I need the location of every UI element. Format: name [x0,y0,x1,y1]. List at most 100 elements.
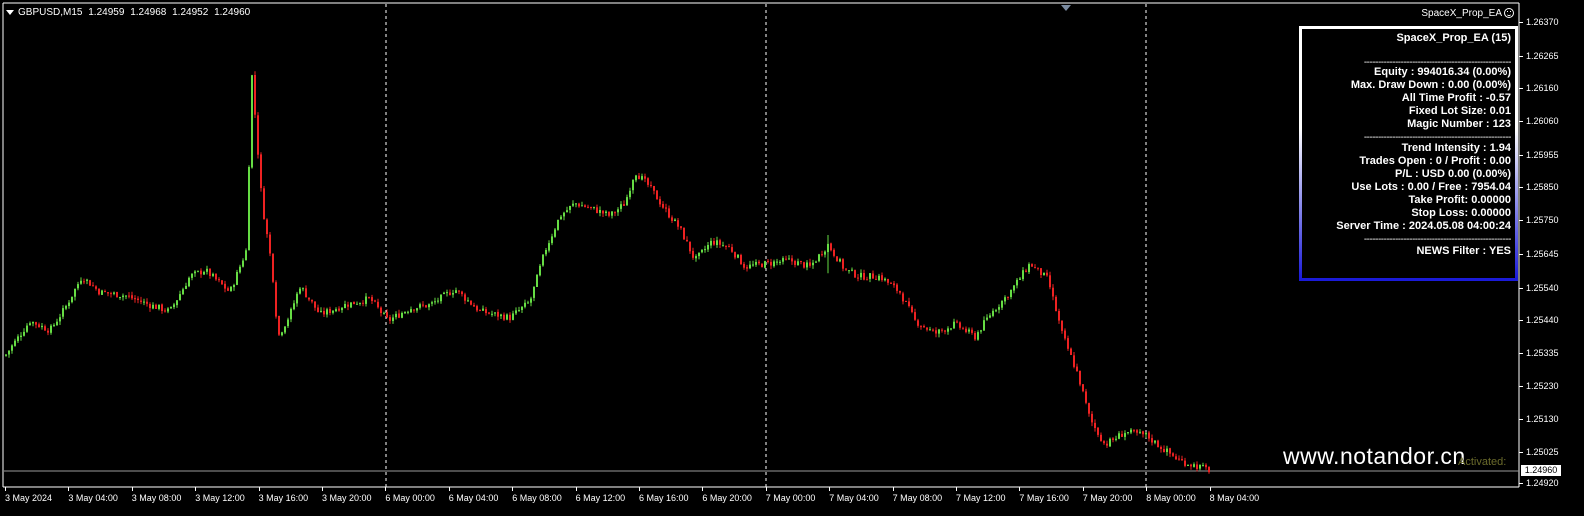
current-price-tag: 1.24960 [1521,465,1561,476]
candle-body [188,277,190,287]
time-tick-mark [1146,487,1148,491]
candle-body [308,297,310,300]
chart-window[interactable]: GBPUSD,M15 1.24959 1.24968 1.24952 1.249… [0,0,1584,516]
candle-body [797,261,799,266]
candle-body [881,275,883,281]
candle-body [239,266,241,273]
candle-body [938,329,940,334]
candle-body [329,308,331,313]
candle-body [1139,431,1141,433]
candle-body [968,329,970,332]
candle-body [263,188,265,220]
candle-body [722,245,724,247]
candle-body [311,299,313,302]
candle-body [1154,440,1156,443]
candle-body [740,255,742,265]
candle-body [161,304,163,311]
candle-body [125,295,127,297]
smiley-icon[interactable] [1504,8,1514,18]
candle-body [29,323,31,325]
candle-body [1070,348,1072,355]
time-tick-mark [512,487,514,491]
candle-body [260,154,262,189]
candle-body [110,293,112,295]
candle-body [974,333,976,340]
candle-body [695,256,697,259]
candle-body [758,261,760,264]
time-tick-mark [131,487,133,491]
candle-body [686,239,688,242]
candle-body [599,210,601,213]
candle-body [275,282,277,317]
candle-body [917,320,919,326]
candle-body [1181,459,1183,461]
candle-body [614,212,616,214]
chart-shift-marker-icon[interactable] [1061,5,1071,11]
candle-body [206,268,208,272]
candle-body [500,314,502,317]
candle-body [5,354,7,356]
candle-body [620,204,622,209]
candle-body [662,204,664,208]
candle-body [734,252,736,258]
candle-body [458,290,460,292]
candle-body [683,227,685,240]
candle-body [764,261,766,268]
candle-body [716,240,718,245]
candle-body [146,301,148,304]
candle-body [1142,431,1144,435]
price-tick-label: 1.26060 [1526,116,1559,126]
candle-body [113,292,115,294]
dropdown-triangle-icon[interactable] [6,9,14,15]
candle-body [851,269,853,271]
candle-body [179,294,181,301]
candle-body [827,243,829,253]
candle-body [527,302,529,304]
candle-body [257,115,259,155]
candle-body [89,280,91,286]
time-tick-label: 3 May 2024 [5,493,53,503]
candle-body [992,310,994,316]
candle-body [749,264,751,269]
candle-body [581,205,583,207]
candle-body [209,268,211,276]
time-tick-label: 6 May 08:00 [512,493,562,503]
candle-body [1049,275,1051,288]
panel-line: Take Profit: 0.00000 [1408,194,1511,206]
time-tick-label: 3 May 16:00 [258,493,309,503]
candle-body [461,291,463,295]
expert-advisor-label[interactable]: SpaceX_Prop_EA [1421,8,1502,19]
candle-body [1025,270,1027,272]
activated-label: Activated: [1458,456,1507,468]
candle-body [656,190,658,200]
candle-body [515,310,517,314]
candle-body [401,313,403,318]
candle-body [806,262,808,268]
candle-body [488,312,490,314]
price-tick-label: 1.25750 [1526,215,1559,225]
candle-body [341,307,343,311]
candle-body [554,229,556,237]
candle-body [131,295,133,299]
candle-body [845,268,847,270]
candle-body [1166,448,1168,452]
time-tick-label: 7 May 20:00 [1082,493,1133,503]
candle-body [47,330,49,333]
candle-body [23,331,25,336]
time-tick-label: 3 May 08:00 [131,493,182,503]
candle-body [296,293,298,304]
candle-body [566,210,568,213]
time-tick-label: 7 May 08:00 [892,493,943,503]
candle-body [20,335,22,337]
candle-body [359,302,361,304]
candle-body [155,304,157,309]
candle-body [299,288,301,294]
candle-body [830,243,832,251]
time-tick-label: 3 May 12:00 [195,493,245,503]
candle-body [1061,320,1063,331]
panel-separator: ----------------------------------------… [1363,236,1511,244]
candle-body [821,254,823,256]
candle-body [503,314,505,320]
candle-body [551,236,553,244]
candle-body [80,280,82,284]
